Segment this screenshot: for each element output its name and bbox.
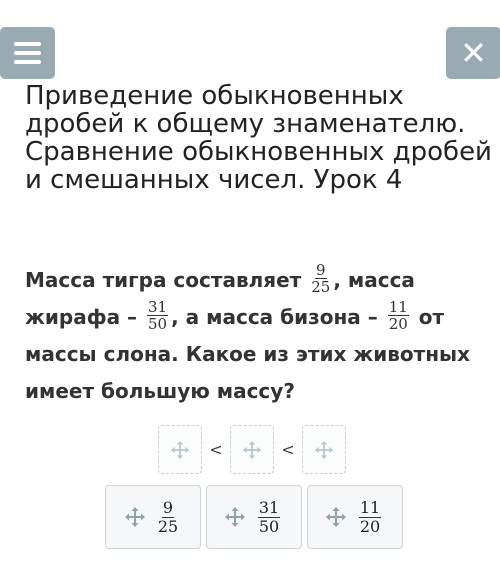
- question-text: Масса тигра составляет 9 25, масса жирафа…: [25, 261, 471, 403]
- move-icon: [243, 440, 261, 459]
- chip-fraction: 11 20: [358, 497, 382, 536]
- fraction-tiger: 9 25: [311, 261, 331, 296]
- draggable-fraction-9-25[interactable]: 9 25: [105, 485, 201, 549]
- chip-fraction: 9 25: [157, 497, 179, 536]
- fraction-giraffe: 31 50: [147, 298, 169, 333]
- fraction-bison: 11 20: [387, 298, 409, 333]
- chip-fraction: 31 50: [257, 497, 281, 536]
- answer-drop-row: < <: [158, 425, 346, 474]
- hamburger-menu-icon: [14, 42, 41, 64]
- lesson-title: Приведение обыкновенных дробей к общему …: [25, 81, 492, 195]
- drop-slot-2[interactable]: [230, 425, 274, 474]
- less-than-sign: <: [209, 440, 223, 459]
- move-icon: [315, 440, 333, 459]
- less-than-sign: <: [281, 440, 295, 459]
- move-icon: [224, 507, 245, 527]
- answer-options: 9 25 31 50 11 20: [105, 485, 403, 549]
- move-icon: [171, 440, 189, 459]
- close-icon: ✕: [460, 34, 487, 72]
- move-icon: [124, 507, 145, 527]
- drop-slot-1[interactable]: [158, 425, 202, 474]
- close-button[interactable]: ✕: [446, 27, 500, 79]
- draggable-fraction-11-20[interactable]: 11 20: [307, 485, 403, 549]
- draggable-fraction-31-50[interactable]: 31 50: [206, 485, 302, 549]
- move-icon: [325, 507, 346, 527]
- menu-button[interactable]: [0, 27, 55, 79]
- drop-slot-3[interactable]: [302, 425, 346, 474]
